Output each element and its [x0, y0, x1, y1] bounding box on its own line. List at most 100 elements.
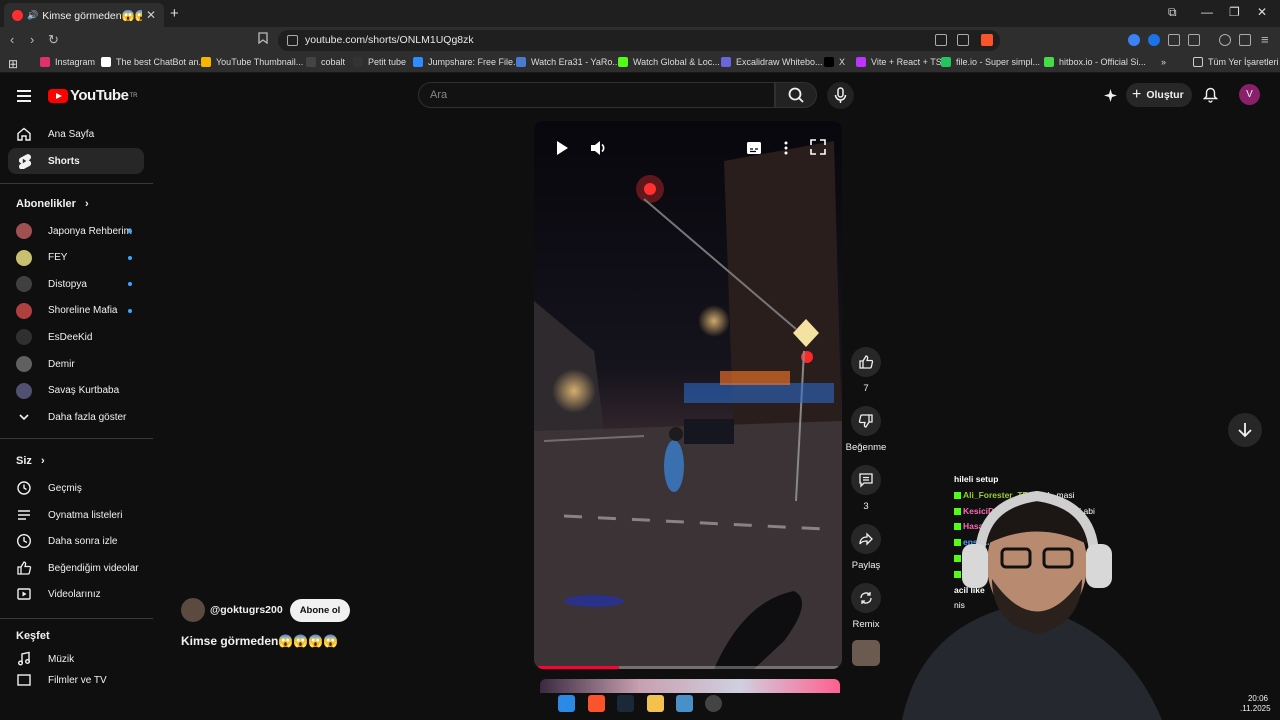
sidebar-item-history[interactable]: Geçmiş: [8, 475, 144, 501]
forward-icon[interactable]: ›: [30, 32, 34, 47]
home-icon: [16, 126, 32, 142]
sidebar-item-subscription[interactable]: EsDeeKid: [8, 324, 144, 350]
bookmark-item[interactable]: Excalidraw Whitebo...: [721, 57, 823, 67]
sidebar-item-music[interactable]: Müzik: [8, 646, 144, 672]
menu-icon[interactable]: ≡: [1261, 32, 1269, 47]
channel-name[interactable]: @goktugrs200: [210, 604, 283, 616]
bookmark-item[interactable]: Petit tube: [353, 57, 406, 67]
hamburger-menu-icon[interactable]: [17, 90, 31, 105]
bookmark-favicon-icon: [721, 57, 731, 67]
brave-shield-icon[interactable]: [981, 34, 993, 46]
sidebar-item-subscription[interactable]: Distopya: [8, 271, 144, 297]
clock-date: .11.2025: [1240, 704, 1271, 713]
minimize-button[interactable]: —: [1201, 5, 1213, 19]
site-info-icon[interactable]: [287, 35, 298, 46]
url-bar[interactable]: youtube.com/shorts/ONLM1UQg8zk: [278, 30, 1000, 51]
brave-browser-icon[interactable]: [588, 695, 605, 712]
sidebar-item-subscription[interactable]: Shoreline Mafia: [8, 298, 144, 324]
sidebar-item-liked-videos[interactable]: Beğendiğim videolar: [8, 555, 144, 581]
reload-icon[interactable]: ↻: [48, 32, 59, 48]
bookmark-item[interactable]: Jumpshare: Free File...: [413, 57, 521, 67]
extension-puzzle-icon[interactable]: [1168, 34, 1180, 46]
bookmark-item[interactable]: file.io - Super simpl...: [941, 57, 1040, 67]
subscriptions-heading[interactable]: Abonelikler ›: [16, 198, 89, 210]
vpn-icon[interactable]: [1239, 34, 1251, 46]
new-tab-button[interactable]: +: [170, 5, 179, 22]
youtube-logo[interactable]: YouTube TR: [48, 87, 137, 104]
dislike-button[interactable]: Beğenme: [846, 406, 886, 453]
new-content-dot: [128, 308, 132, 313]
next-short-button[interactable]: [1228, 413, 1262, 447]
gemini-sparkle-icon[interactable]: [1103, 88, 1118, 103]
close-window-button[interactable]: ✕: [1257, 5, 1267, 19]
sidebar-item-subscription[interactable]: Japonya Rehberim: [8, 218, 144, 244]
bookmark-item[interactable]: X: [824, 57, 845, 67]
bookmark-icon[interactable]: [258, 32, 268, 44]
restore-button[interactable]: ❐: [1229, 5, 1240, 19]
back-icon[interactable]: ‹: [10, 32, 14, 47]
sidebar-item-shorts[interactable]: Shorts: [8, 148, 144, 174]
video-progress-bar[interactable]: [538, 666, 838, 669]
extension-shazam-icon[interactable]: [1148, 34, 1160, 46]
bookmark-item[interactable]: YouTube Thumbnail...: [201, 57, 303, 67]
shorts-video-player[interactable]: [534, 121, 842, 669]
more-options-icon[interactable]: [783, 140, 789, 156]
channel-avatar: [16, 356, 32, 372]
like-button[interactable]: 7: [850, 347, 882, 394]
channel-avatar[interactable]: [181, 598, 205, 622]
bookmark-item[interactable]: Watch Era31 - YaRo...: [516, 57, 620, 67]
you-heading[interactable]: Siz ›: [16, 455, 45, 467]
webcam-overlay: [862, 484, 1230, 720]
next-short-preview[interactable]: [540, 679, 840, 693]
taskbar-app-icon[interactable]: [676, 695, 693, 712]
close-tab-icon[interactable]: ✕: [146, 8, 156, 22]
sidebar-item-subscription[interactable]: Savaş Kurtbaba: [8, 378, 144, 404]
show-more-button[interactable]: Daha fazla göster: [8, 404, 144, 430]
cast-icon[interactable]: [935, 34, 947, 46]
taskbar-clock[interactable]: 20:06 .11.2025: [1240, 694, 1271, 714]
tab-title: Kimse görmeden😱😱😱😱: [42, 9, 142, 22]
sidebar-item-watch-later[interactable]: Daha sonra izle: [8, 528, 144, 554]
sidebar-item-subscription[interactable]: FEY: [8, 245, 144, 271]
sidebar-divider: [0, 438, 153, 439]
play-icon[interactable]: [555, 140, 569, 156]
bookmark-item[interactable]: hitbox.io - Official Si...: [1044, 57, 1146, 67]
sidebar-item-your-videos[interactable]: Videolarınız: [8, 581, 144, 607]
apps-grid-icon[interactable]: ⊞: [8, 57, 18, 71]
file-explorer-icon[interactable]: [647, 695, 664, 712]
more-bookmarks-icon[interactable]: »: [1161, 57, 1166, 67]
extension-blue-icon[interactable]: [1128, 34, 1140, 46]
sidebar-item-playlists[interactable]: Oynatma listeleri: [8, 502, 144, 528]
volume-icon[interactable]: [590, 140, 608, 156]
notifications-bell-icon[interactable]: [1203, 87, 1218, 103]
sidebar-icon[interactable]: [1188, 34, 1200, 46]
bookmark-favicon-icon: [824, 57, 834, 67]
extensions-icon[interactable]: ⧉: [1168, 5, 1177, 20]
bookmark-item[interactable]: Watch Global & Loc...: [618, 57, 720, 67]
speaker-icon[interactable]: 🔊: [27, 10, 38, 21]
bookmark-item[interactable]: Instagram: [40, 57, 95, 67]
account-avatar[interactable]: V: [1239, 84, 1260, 105]
music-icon[interactable]: [1219, 34, 1231, 46]
subscribe-button[interactable]: Abone ol: [289, 598, 351, 622]
create-button[interactable]: + Oluştur: [1126, 83, 1192, 107]
browser-tab[interactable]: 🔊 Kimse görmeden😱😱😱😱 ✕: [4, 3, 164, 27]
bookmark-item[interactable]: Vite + React + TS: [856, 57, 942, 67]
fullscreen-icon[interactable]: [810, 139, 826, 155]
voice-search-button[interactable]: [827, 82, 854, 109]
bookmark-item[interactable]: The best ChatBot an...: [101, 57, 206, 67]
search-button[interactable]: [775, 82, 817, 108]
search-input[interactable]: Ara: [418, 82, 775, 108]
sidebar-item-home[interactable]: Ana Sayfa: [8, 121, 144, 147]
sidebar-item-subscription[interactable]: Demir: [8, 351, 144, 377]
sidebar-item-films[interactable]: Filmler ve TV: [8, 672, 144, 688]
all-bookmarks-button[interactable]: Tüm Yer İşaretleri: [1193, 57, 1279, 67]
share-icon[interactable]: [957, 34, 969, 46]
explore-heading: Keşfet: [16, 630, 50, 642]
bookmark-item[interactable]: cobalt: [306, 57, 345, 67]
windows-start-icon[interactable]: [558, 695, 575, 712]
obs-icon[interactable]: [705, 695, 722, 712]
steam-icon[interactable]: [617, 695, 634, 712]
search-icon: [788, 87, 804, 103]
captions-icon[interactable]: [746, 141, 762, 155]
